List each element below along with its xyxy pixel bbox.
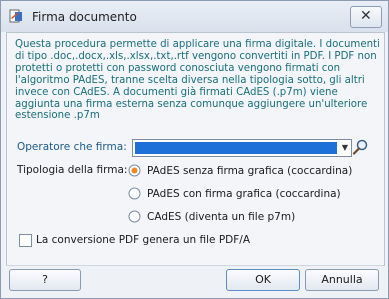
close-icon: ✕ (360, 8, 372, 24)
pdfa-checkbox-label: La conversione PDF genera un file PDF/A (36, 234, 251, 246)
operator-label: Operatore che firma: (17, 141, 127, 153)
operator-select[interactable]: ▼ (132, 139, 352, 157)
operator-selected-value (135, 142, 337, 154)
radio-cades-label: CAdES (diventa un file p7m) (147, 211, 296, 223)
close-button[interactable]: ✕ (350, 6, 382, 28)
radio-pades-no-graphic[interactable] (128, 164, 141, 177)
dialog-body: Questa procedura permette di applicare u… (6, 32, 385, 266)
search-icon[interactable] (352, 138, 370, 156)
radio-pades-graphic[interactable] (128, 187, 141, 200)
cancel-button[interactable]: Annulla (305, 269, 379, 291)
footer-divider (6, 265, 383, 266)
window-title: Firma documento (32, 10, 137, 24)
signature-document-icon (9, 9, 22, 23)
ok-button[interactable]: OK (226, 269, 300, 291)
radio-pades-graphic-label: PAdES con firma grafica (coccardina) (147, 188, 341, 200)
signature-type-label: Tipologia della firma: (17, 164, 128, 176)
title-bar: Firma documento ✕ (1, 1, 388, 32)
description-text: Questa procedura permette di applicare u… (15, 39, 380, 122)
radio-pades-no-graphic-label: PAdES senza firma grafica (coccardina) (147, 165, 353, 177)
dialog-window: Firma documento ✕ Questa procedura perme… (0, 0, 389, 299)
help-button[interactable]: ? (9, 269, 81, 291)
radio-cades[interactable] (128, 210, 141, 223)
chevron-down-icon[interactable]: ▼ (342, 143, 348, 152)
pdfa-checkbox[interactable] (19, 234, 32, 247)
